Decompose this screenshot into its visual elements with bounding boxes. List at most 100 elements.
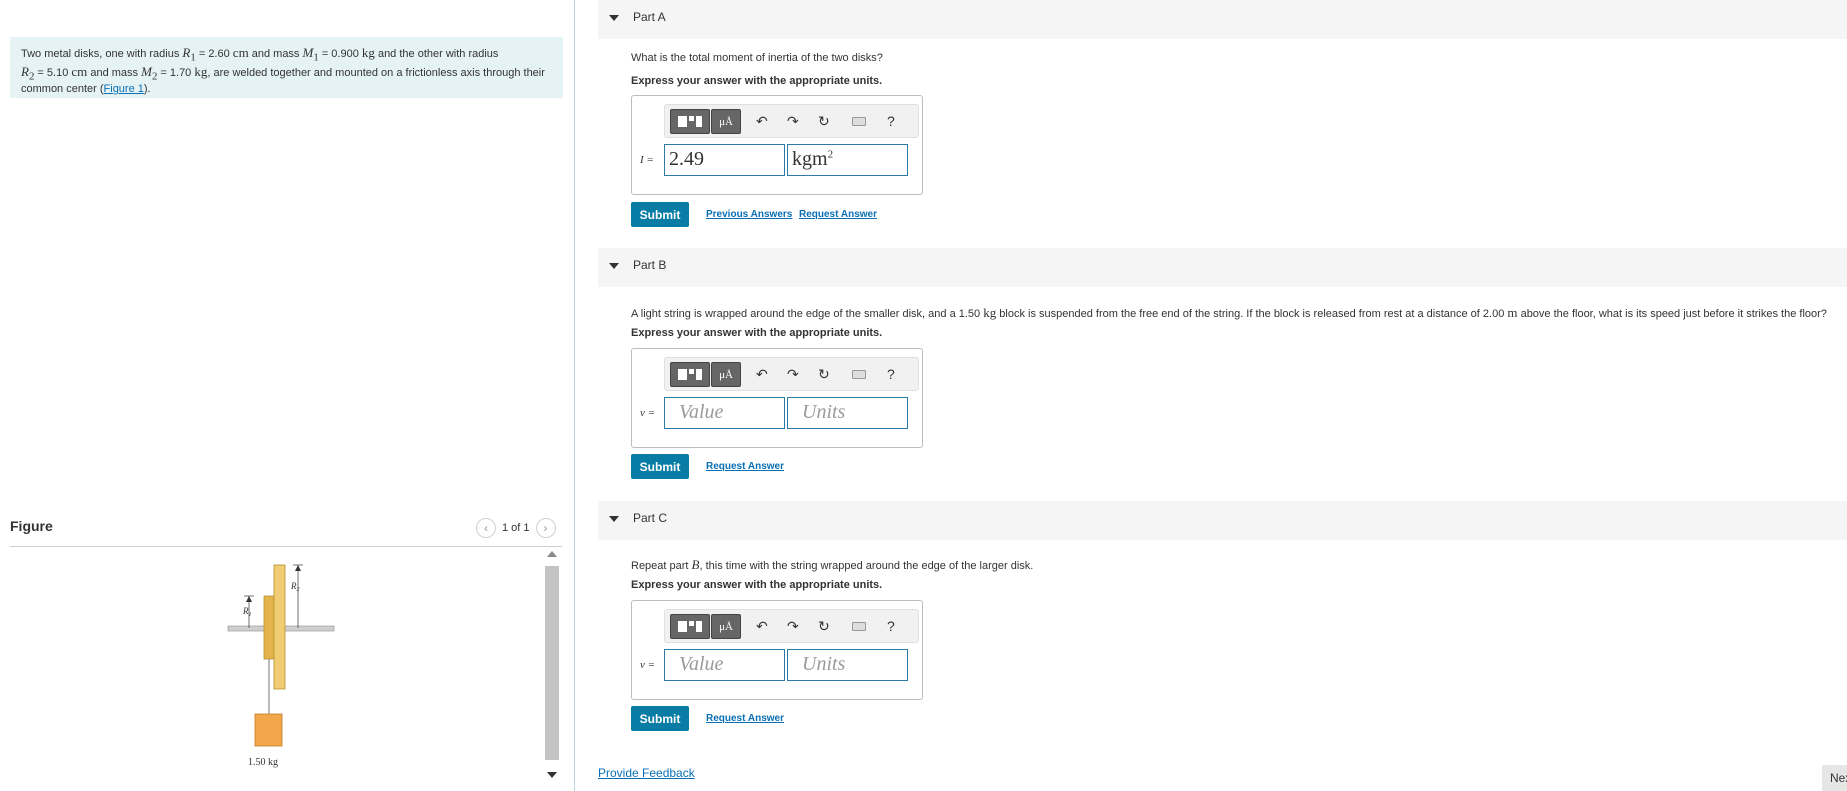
- part-b-header[interactable]: Part B: [598, 248, 1847, 287]
- value-input[interactable]: Value: [664, 649, 785, 681]
- redo-icon[interactable]: ↷: [787, 618, 799, 634]
- reset-icon[interactable]: ↻: [818, 113, 830, 129]
- scroll-down-icon[interactable]: [547, 772, 557, 778]
- part-a-answer-box: μÅ ↶ ↷ ↻ ? I = 2.49 kgm2: [631, 95, 923, 195]
- unit-m: m: [1507, 305, 1518, 320]
- question-text: A light string is wrapped around the edg…: [631, 308, 984, 320]
- problem-text: = 5.10: [34, 66, 72, 79]
- figure-next-button[interactable]: ›: [535, 518, 556, 538]
- figure-navigation: ‹ 1 of 1 ›: [476, 518, 556, 538]
- unit-kg: kg: [361, 45, 375, 60]
- unit-kg: kg: [194, 63, 208, 79]
- part-b-instructions: Express your answer with the appropriate…: [631, 327, 883, 339]
- help-icon[interactable]: ?: [887, 113, 895, 129]
- value-placeholder: Value: [679, 401, 724, 423]
- value-placeholder: Value: [679, 653, 724, 675]
- greek-units-button[interactable]: μÅ: [711, 614, 741, 639]
- problem-text: and mass: [248, 48, 303, 60]
- part-c-question: Repeat part B, this time with the string…: [631, 557, 1033, 573]
- part-c-instructions: Express your answer with the appropriate…: [631, 579, 883, 591]
- templates-button[interactable]: [670, 109, 710, 134]
- redo-icon[interactable]: ↷: [787, 113, 799, 129]
- greek-units-icon: μÅ: [719, 368, 733, 381]
- math-toolbar: μÅ ↶ ↷ ↻ ?: [664, 104, 919, 138]
- problem-text: and the other with radius: [374, 48, 499, 60]
- problem-text: Two metal disks, one with radius: [21, 48, 183, 60]
- part-a-header[interactable]: Part A: [598, 0, 1847, 39]
- answer-variable: v =: [640, 659, 656, 671]
- part-b-request-answer-link[interactable]: Request Answer: [706, 461, 784, 472]
- figure-counter: 1 of 1: [502, 522, 530, 534]
- problem-text: = 0.900: [318, 48, 362, 60]
- units-input[interactable]: Units: [787, 397, 908, 429]
- provide-feedback-link[interactable]: Provide Feedback: [598, 766, 695, 780]
- collapse-triangle-icon[interactable]: [609, 516, 619, 522]
- r1-arrow: [246, 596, 252, 602]
- question-text: , this time with the string wrapped arou…: [699, 560, 1034, 572]
- math-toolbar: μÅ ↶ ↷ ↻ ?: [664, 609, 919, 643]
- help-icon[interactable]: ?: [887, 366, 895, 382]
- keyboard-icon[interactable]: [852, 622, 866, 631]
- templates-button[interactable]: [670, 614, 710, 639]
- part-c-request-answer-link[interactable]: Request Answer: [706, 713, 784, 724]
- large-disk: [273, 564, 286, 690]
- m2-symbol: M: [141, 63, 152, 79]
- units-input[interactable]: Units: [787, 649, 908, 681]
- part-c-answer-box: μÅ ↶ ↷ ↻ ? v = Value Units: [631, 600, 923, 700]
- part-b-question: A light string is wrapped around the edg…: [631, 305, 1827, 321]
- keyboard-icon[interactable]: [852, 117, 866, 126]
- part-c-header[interactable]: Part C: [598, 501, 1847, 540]
- next-button[interactable]: Next: [1822, 765, 1847, 791]
- part-a-submit-button[interactable]: Submit: [631, 202, 689, 227]
- undo-icon[interactable]: ↶: [756, 366, 768, 382]
- question-text: above the floor, what is its speed just …: [1517, 308, 1827, 320]
- disks-diagram: R1 R2 1.50 kg: [227, 564, 335, 768]
- greek-units-button[interactable]: μÅ: [711, 362, 741, 387]
- undo-icon[interactable]: ↶: [756, 113, 768, 129]
- undo-icon[interactable]: ↶: [756, 618, 768, 634]
- part-b-label: Part B: [633, 258, 667, 272]
- answer-variable: I =: [640, 154, 654, 166]
- units-value: kgm: [792, 148, 828, 170]
- unit-cm: cm: [71, 63, 88, 79]
- units-exponent: 2: [827, 148, 834, 161]
- part-a-request-answer-link[interactable]: Request Answer: [799, 209, 877, 220]
- figure-title: Figure: [10, 518, 53, 534]
- greek-units-button[interactable]: μÅ: [711, 109, 741, 134]
- units-input[interactable]: kgm2: [787, 144, 908, 176]
- math-toolbar: μÅ ↶ ↷ ↻ ?: [664, 357, 919, 391]
- templates-button[interactable]: [670, 362, 710, 387]
- help-icon[interactable]: ?: [887, 618, 895, 634]
- scroll-thumb[interactable]: [545, 566, 559, 760]
- previous-answers-link[interactable]: Previous Answers: [706, 209, 792, 220]
- figure-prev-button[interactable]: ‹: [476, 518, 496, 538]
- collapse-triangle-icon[interactable]: [609, 15, 619, 21]
- greek-units-icon: μÅ: [719, 115, 733, 128]
- figure-link[interactable]: Figure 1: [104, 83, 144, 95]
- value-input[interactable]: 2.49: [664, 144, 785, 176]
- unit-cm: cm: [232, 45, 249, 60]
- problem-text: = 2.60: [195, 48, 233, 60]
- part-b-answer-box: μÅ ↶ ↷ ↻ ? v = Value Units: [631, 348, 923, 448]
- hanging-block: [254, 713, 283, 747]
- figure-scrollbar[interactable]: [543, 548, 561, 788]
- problem-statement: Two metal disks, one with radius R1 = 2.…: [10, 37, 563, 98]
- problem-text: , are welded together and mounted on a f…: [207, 66, 545, 79]
- keyboard-icon[interactable]: [852, 370, 866, 379]
- redo-icon[interactable]: ↷: [787, 366, 799, 382]
- question-text: Repeat part: [631, 560, 692, 572]
- collapse-triangle-icon[interactable]: [609, 263, 619, 269]
- block-mass-label: 1.50 kg: [248, 757, 278, 768]
- unit-kg: kg: [983, 305, 997, 320]
- part-b-submit-button[interactable]: Submit: [631, 454, 689, 479]
- reset-icon[interactable]: ↻: [818, 366, 830, 382]
- value-input[interactable]: Value: [664, 397, 785, 429]
- reset-icon[interactable]: ↻: [818, 618, 830, 634]
- templates-icon: [678, 621, 702, 632]
- chevron-right-icon: ›: [543, 521, 548, 535]
- greek-units-icon: μÅ: [719, 620, 733, 633]
- part-c-submit-button[interactable]: Submit: [631, 706, 689, 731]
- scroll-up-icon[interactable]: [547, 551, 557, 557]
- problem-text: ).: [143, 83, 151, 96]
- templates-icon: [678, 369, 702, 380]
